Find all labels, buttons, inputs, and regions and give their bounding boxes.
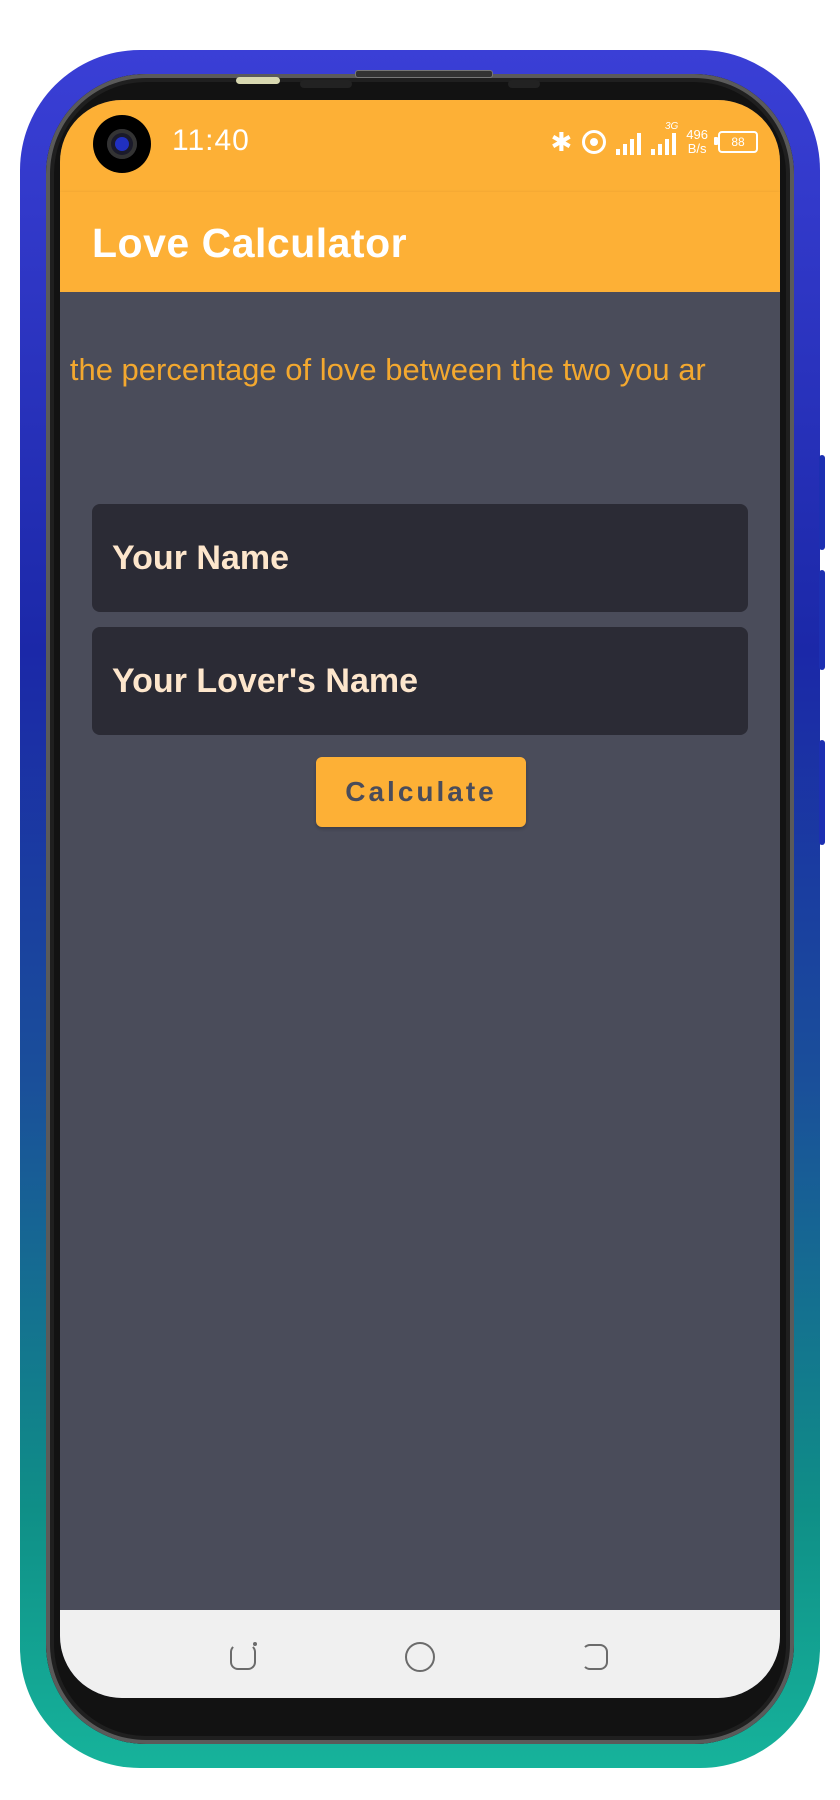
- volume-down-button: [819, 570, 825, 670]
- home-icon[interactable]: [405, 1642, 435, 1672]
- app-bar: Love Calculator: [60, 192, 780, 292]
- screen: 11:40 ✱ 3G 496 B/s 88 Love Calculator ul…: [60, 100, 780, 1698]
- back-icon[interactable]: [230, 1642, 257, 1670]
- battery-icon: 88: [714, 131, 758, 153]
- main-content: ulate the percentage of love between the…: [60, 292, 780, 1610]
- earpiece-speaker: [355, 70, 493, 78]
- hotspot-icon: [582, 130, 607, 154]
- lover-name-input[interactable]: Your Lover's Name: [92, 627, 748, 735]
- calculate-button[interactable]: Calculate: [316, 757, 526, 827]
- status-time: 11:40: [172, 124, 250, 157]
- network-type: 3G: [664, 121, 679, 132]
- your-name-input[interactable]: Your Name: [92, 504, 748, 612]
- speed-unit: B/s: [687, 141, 707, 156]
- status-icons: ✱ 3G 496 B/s 88: [550, 121, 758, 162]
- signal-icon: 3G: [651, 121, 678, 155]
- status-bar: 11:40 ✱ 3G 496 B/s 88: [60, 100, 780, 192]
- marquee-description: ulate the percentage of love between the…: [60, 352, 780, 396]
- power-button: [819, 740, 825, 845]
- marquee-text: ulate the percentage of love between the…: [60, 352, 706, 387]
- top-bezel-detail: [508, 80, 540, 88]
- network-speed: 496 B/s: [686, 128, 708, 156]
- signal-icon: [616, 129, 642, 155]
- proximity-sensor: [236, 77, 280, 84]
- navigation-bar: [60, 1610, 780, 1698]
- bluetooth-icon: ✱: [550, 126, 573, 157]
- top-bezel-detail: [300, 80, 352, 88]
- recents-icon[interactable]: [582, 1644, 608, 1670]
- volume-up-button: [819, 455, 825, 550]
- lover-name-placeholder: Your Lover's Name: [112, 661, 418, 700]
- your-name-placeholder: Your Name: [112, 538, 289, 577]
- app-title: Love Calculator: [92, 220, 408, 266]
- speed-value: 496: [686, 127, 708, 142]
- front-camera: [93, 115, 151, 173]
- battery-level: 88: [731, 135, 745, 149]
